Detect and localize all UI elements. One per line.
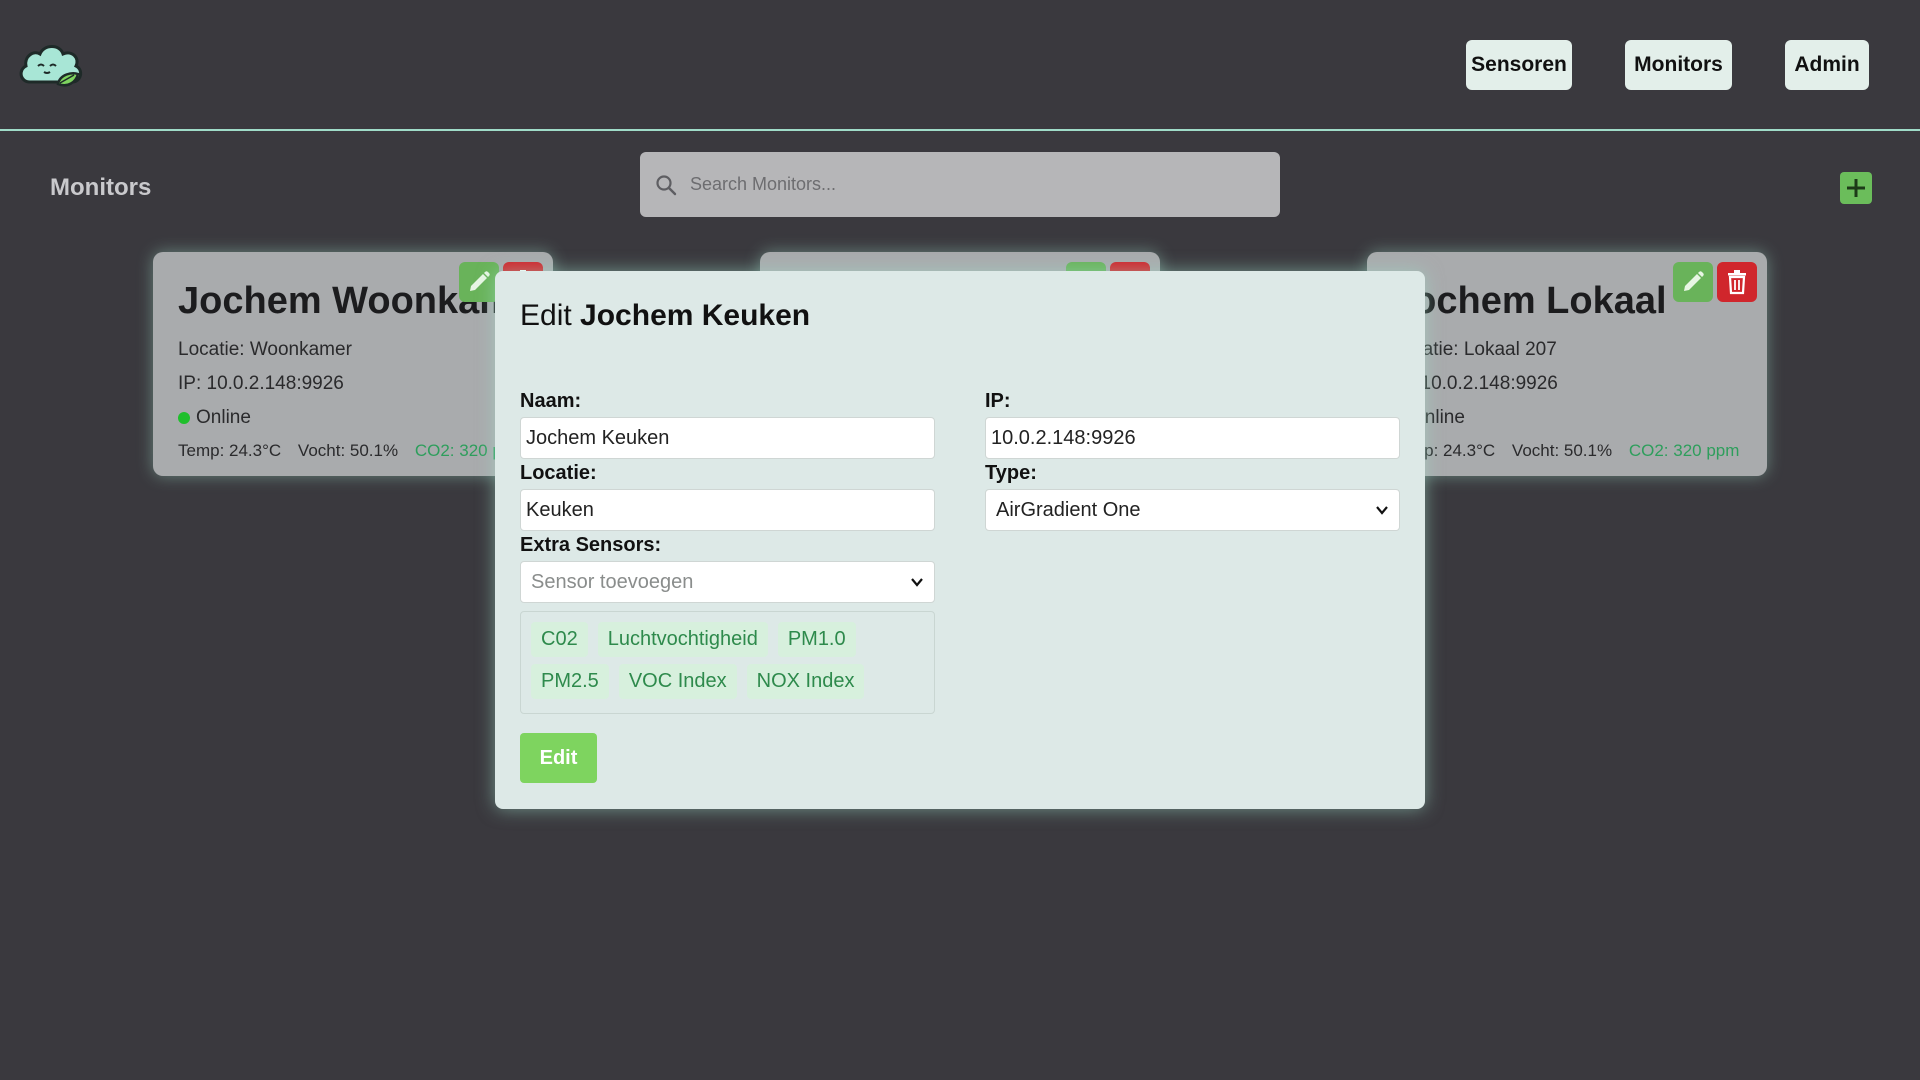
card-metrics: Temp: 24.3°C Vocht: 50.1% CO2: 320 ppm xyxy=(178,441,528,461)
extra-sensors-select[interactable]: Sensor toevoegen xyxy=(520,561,935,603)
sensor-tag[interactable]: PM1.0 xyxy=(777,622,856,657)
chevron-down-icon xyxy=(1376,506,1388,515)
card-delete-button[interactable] xyxy=(1717,262,1757,302)
card-status: Online xyxy=(1392,407,1742,429)
nav-monitors-button[interactable]: Monitors xyxy=(1625,40,1732,90)
card-temp: Temp: 24.3°C xyxy=(178,441,282,460)
card-location: Locatie: Lokaal 207 xyxy=(1392,339,1557,360)
monitor-card: Jochem Lokaal Locatie: Lokaal 207 IP: 10… xyxy=(1367,252,1767,476)
card-location: Locatie: Woonkamer xyxy=(178,339,352,360)
type-label: Type: xyxy=(985,462,1037,484)
monitor-card: Jochem Woonkamer Locatie: Woonkamer IP: … xyxy=(153,252,553,476)
page-title: Monitors xyxy=(50,174,152,201)
trash-icon xyxy=(1728,270,1746,295)
sensor-tag[interactable]: Luchtvochtigheid xyxy=(597,622,768,657)
pencil-icon xyxy=(1684,271,1704,291)
extra-sensors-label: Extra Sensors: xyxy=(520,534,662,556)
ip-label: IP: xyxy=(985,390,1011,412)
type-select[interactable]: AirGradient One xyxy=(985,489,1400,531)
pencil-icon xyxy=(470,271,490,291)
modal-title-prefix: Edit xyxy=(520,299,572,332)
top-header: Sensoren Monitors Admin xyxy=(0,0,1920,131)
card-status: Online xyxy=(178,407,528,429)
ip-input[interactable]: 10.0.2.148:9926 xyxy=(985,417,1400,459)
sensor-tag[interactable]: PM2.5 xyxy=(531,664,609,699)
sensor-tag[interactable]: C02 xyxy=(531,622,588,657)
card-humidity: Vocht: 50.1% xyxy=(1511,441,1613,460)
card-humidity: Vocht: 50.1% xyxy=(297,441,399,460)
plus-icon xyxy=(1847,179,1865,197)
card-status-label: Online xyxy=(196,407,251,428)
sensor-tag[interactable]: NOX Index xyxy=(746,664,865,699)
card-co2: CO2: 320 ppm xyxy=(1628,441,1740,460)
naam-label: Naam: xyxy=(520,390,582,412)
locatie-input[interactable]: Keuken xyxy=(520,489,935,531)
online-dot-icon xyxy=(178,411,190,424)
card-ip: IP: 10.0.2.148:9926 xyxy=(1392,373,1558,394)
sensor-tags-list: C02 Luchtvochtigheid PM1.0 PM2.5 VOC Ind… xyxy=(520,611,935,714)
nav-admin-button[interactable]: Admin xyxy=(1785,40,1869,90)
modal-title: Edit Jochem Keuken xyxy=(520,299,1400,333)
add-monitor-button[interactable] xyxy=(1840,172,1872,204)
card-edit-button[interactable] xyxy=(459,262,499,302)
locatie-label: Locatie: xyxy=(520,462,597,484)
sensor-tag[interactable]: VOC Index xyxy=(618,664,737,699)
search-icon xyxy=(656,175,677,196)
search-input[interactable] xyxy=(690,152,1260,217)
naam-input[interactable]: Jochem Keuken xyxy=(520,417,935,459)
search-bar[interactable] xyxy=(640,152,1280,217)
card-edit-button[interactable] xyxy=(1673,262,1713,302)
extra-sensors-placeholder: Sensor toevoegen xyxy=(531,570,694,593)
card-metrics: Temp: 24.3°C Vocht: 50.1% CO2: 320 ppm xyxy=(1392,441,1742,461)
edit-monitor-modal: Edit Jochem Keuken Naam: Jochem Keuken L… xyxy=(495,271,1425,809)
modal-title-name: Jochem Keuken xyxy=(580,299,811,332)
nav-sensoren-button[interactable]: Sensoren xyxy=(1466,40,1572,90)
type-select-value: AirGradient One xyxy=(996,498,1141,521)
card-ip: IP: 10.0.2.148:9926 xyxy=(178,373,344,394)
cloud-leaf-logo-icon[interactable] xyxy=(16,38,86,90)
chevron-down-icon xyxy=(911,578,923,587)
edit-submit-button[interactable]: Edit xyxy=(520,733,597,783)
